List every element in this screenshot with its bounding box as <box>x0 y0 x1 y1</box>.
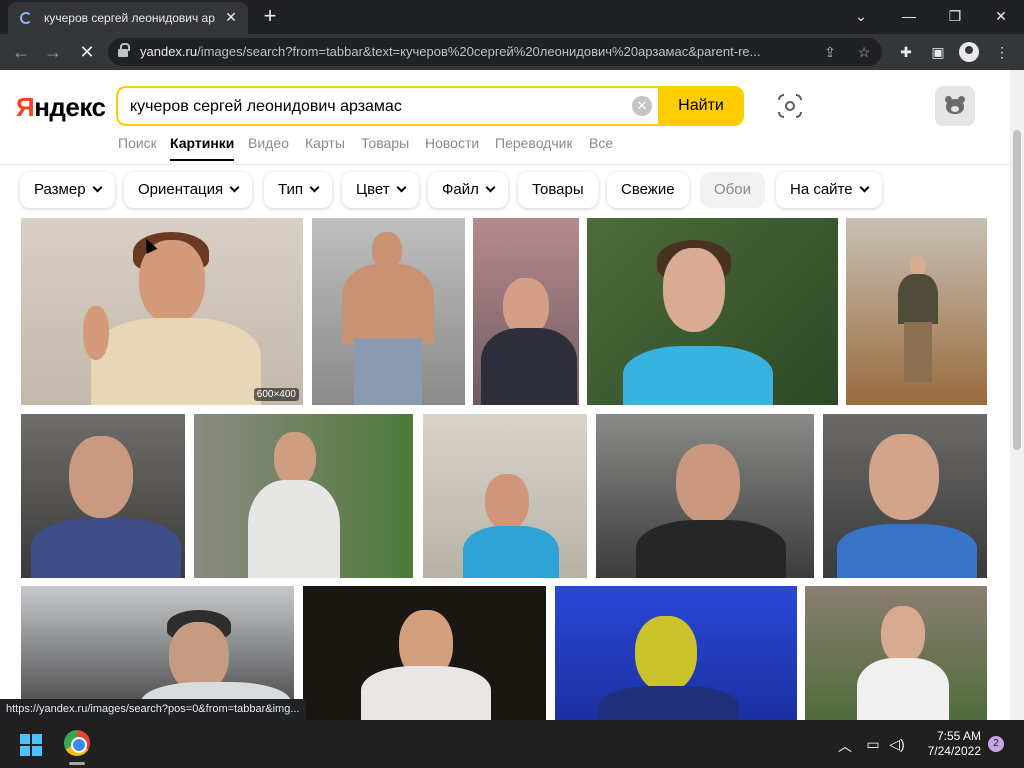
yandex-logo[interactable]: Яндекс <box>16 92 106 123</box>
chevron-down-icon <box>485 182 496 193</box>
new-tab-button[interactable]: + <box>258 4 282 28</box>
tab-images[interactable]: Картинки <box>170 135 234 151</box>
tab-news[interactable]: Новости <box>425 135 479 151</box>
tab-search[interactable]: Поиск <box>118 135 157 151</box>
star-icon[interactable]: ☆ <box>854 42 874 62</box>
camera-search-icon[interactable] <box>776 92 806 120</box>
url-text[interactable]: yandex.ru/images/search?from=tabbar&text… <box>140 44 820 59</box>
image-result[interactable]: 600×400 <box>21 218 303 405</box>
chevron-down-icon <box>859 182 870 193</box>
tab-goods[interactable]: Товары <box>361 135 409 151</box>
clear-icon[interactable]: ✕ <box>632 96 652 116</box>
image-result[interactable] <box>473 218 579 405</box>
sidepanel-icon[interactable]: ▣ <box>927 41 949 63</box>
chevron-down-icon <box>396 182 407 193</box>
search-input[interactable]: кучеров сергей леонидович арзамас <box>130 98 402 116</box>
puzzle-icon[interactable]: ✚ <box>895 41 917 63</box>
bear-avatar-icon[interactable] <box>935 86 975 126</box>
browser-titlebar: кучеров сергей леонидович ар ✕ + ⌄ — ❐ ✕ <box>0 0 1024 34</box>
close-icon[interactable]: ✕ <box>222 8 240 26</box>
image-result[interactable] <box>194 414 413 578</box>
taskbar: ︿ ▭ ◁) 7:55 AM 7/24/2022 2 <box>0 720 1024 768</box>
link-status-bar: https://yandex.ru/images/search?pos=0&fr… <box>0 699 306 720</box>
profile-icon[interactable] <box>959 42 979 62</box>
search-button[interactable]: Найти <box>658 86 744 126</box>
image-result[interactable] <box>312 218 465 405</box>
chevron-down-icon <box>309 182 320 193</box>
loading-spinner-icon <box>20 12 32 24</box>
chrome-icon[interactable] <box>64 730 90 756</box>
tab-translator[interactable]: Переводчик <box>495 135 573 151</box>
filter-on-site[interactable]: На сайте <box>776 172 882 208</box>
filter-goods[interactable]: Товары <box>518 172 598 208</box>
volume-icon[interactable]: ◁) <box>888 736 906 753</box>
address-bar[interactable]: yandex.ru/images/search?from=tabbar&text… <box>108 38 882 66</box>
filter-wallpapers[interactable]: Обои <box>700 172 765 208</box>
image-result[interactable] <box>823 414 987 578</box>
minimize-button[interactable]: — <box>894 4 924 28</box>
share-icon[interactable]: ⇪ <box>820 42 840 62</box>
lock-icon[interactable] <box>118 43 130 57</box>
forward-button[interactable]: → <box>40 39 66 65</box>
filter-type[interactable]: Тип <box>264 172 333 208</box>
image-result[interactable] <box>596 414 814 578</box>
image-result[interactable] <box>805 586 987 720</box>
chevron-down-icon <box>92 182 103 193</box>
tab-maps[interactable]: Карты <box>305 135 345 151</box>
image-result[interactable] <box>846 218 987 405</box>
image-result[interactable] <box>303 586 546 720</box>
tab-video[interactable]: Видео <box>248 135 289 151</box>
stop-loading-button[interactable]: ✕ <box>74 39 100 65</box>
kebab-menu-icon[interactable]: ⋮ <box>991 41 1013 63</box>
browser-toolbar: ← → ✕ yandex.ru/images/search?from=tabba… <box>0 34 1024 70</box>
image-result[interactable] <box>587 218 838 405</box>
filter-orientation[interactable]: Ориентация <box>124 172 253 208</box>
image-result[interactable] <box>423 414 587 578</box>
image-result[interactable] <box>21 414 185 578</box>
image-size-badge: 600×400 <box>253 388 299 401</box>
tab-title: кучеров сергей леонидович ар <box>44 11 215 25</box>
chevron-up-icon[interactable]: ︿ <box>836 736 854 756</box>
chevron-down-icon[interactable]: ⌄ <box>846 4 876 28</box>
tab-all[interactable]: Все <box>589 135 613 151</box>
filter-fresh[interactable]: Свежие <box>607 172 689 208</box>
page-scrollbar[interactable] <box>1010 70 1024 720</box>
close-window-button[interactable]: ✕ <box>986 4 1016 28</box>
scrollbar-thumb[interactable] <box>1013 130 1021 450</box>
chevron-down-icon <box>229 182 240 193</box>
notification-badge[interactable]: 2 <box>988 736 1004 752</box>
filter-file[interactable]: Файл <box>428 172 508 208</box>
back-button[interactable]: ← <box>8 39 34 65</box>
page-content: Яндекс кучеров сергей леонидович арзамас… <box>0 70 1010 720</box>
filter-size[interactable]: Размер <box>20 172 115 208</box>
active-tab-underline <box>170 159 234 161</box>
taskbar-clock[interactable]: 7:55 AM 7/24/2022 <box>915 729 981 759</box>
browser-tab[interactable]: кучеров сергей леонидович ар ✕ <box>8 2 248 34</box>
image-result[interactable] <box>555 586 797 720</box>
network-icon[interactable]: ▭ <box>864 736 882 753</box>
filter-color[interactable]: Цвет <box>342 172 419 208</box>
header-divider <box>0 164 1010 165</box>
active-app-indicator <box>69 762 85 765</box>
restore-button[interactable]: ❐ <box>940 4 970 28</box>
windows-start-icon[interactable] <box>20 734 42 756</box>
search-box: кучеров сергей леонидович арзамас ✕ Найт… <box>116 86 744 126</box>
